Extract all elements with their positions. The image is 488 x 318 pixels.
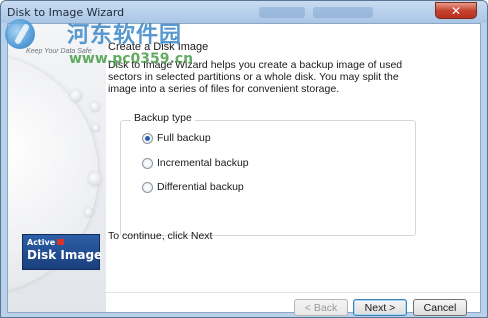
radio-selected-dot xyxy=(145,135,150,141)
logo-square-icon xyxy=(57,239,65,245)
backup-type-label: Backup type xyxy=(131,112,195,124)
radio-button-icon[interactable] xyxy=(142,157,153,169)
titlebar-blur-region xyxy=(259,7,305,18)
decorative-dot xyxy=(88,172,102,186)
watermark-logo-icon xyxy=(5,19,35,49)
logo-product-name: Disk Image xyxy=(27,248,103,262)
logo-active-text: Active xyxy=(27,238,56,247)
radio-full-backup[interactable]: Full backup xyxy=(142,132,211,144)
decorative-dot xyxy=(92,124,100,132)
radio-incremental-backup[interactable]: Incremental backup xyxy=(142,157,249,169)
close-icon: ✕ xyxy=(450,3,462,18)
product-logo: Active Disk Image xyxy=(22,234,103,270)
back-button[interactable]: < Back xyxy=(294,299,348,316)
footer-divider xyxy=(8,292,480,293)
cancel-button[interactable]: Cancel xyxy=(413,299,467,316)
radio-differential-backup[interactable]: Differential backup xyxy=(142,181,244,193)
continue-hint: To continue, click Next xyxy=(108,230,213,242)
radio-label: Incremental backup xyxy=(157,157,249,169)
watermark-title: 河东软件园 xyxy=(67,23,183,48)
decorative-dot xyxy=(84,208,93,217)
decorative-dot xyxy=(70,90,82,102)
radio-label: Full backup xyxy=(157,132,211,144)
radio-label: Differential backup xyxy=(157,181,244,193)
decorative-dot xyxy=(90,102,100,112)
next-button[interactable]: Next > xyxy=(353,299,407,316)
radio-button-icon[interactable] xyxy=(142,132,153,144)
titlebar-blur-region xyxy=(313,7,373,18)
wizard-side-panel: Keep Your Data Safe Active Disk Image xyxy=(8,24,106,312)
radio-button-icon[interactable] xyxy=(142,181,153,193)
close-button[interactable]: ✕ xyxy=(435,2,477,19)
logo-top-line: Active xyxy=(27,238,95,247)
wizard-window: Disk to Image Wizard ✕ Keep Your Data Sa… xyxy=(0,0,488,318)
watermark-url: www.pc0359.cn xyxy=(69,51,194,67)
